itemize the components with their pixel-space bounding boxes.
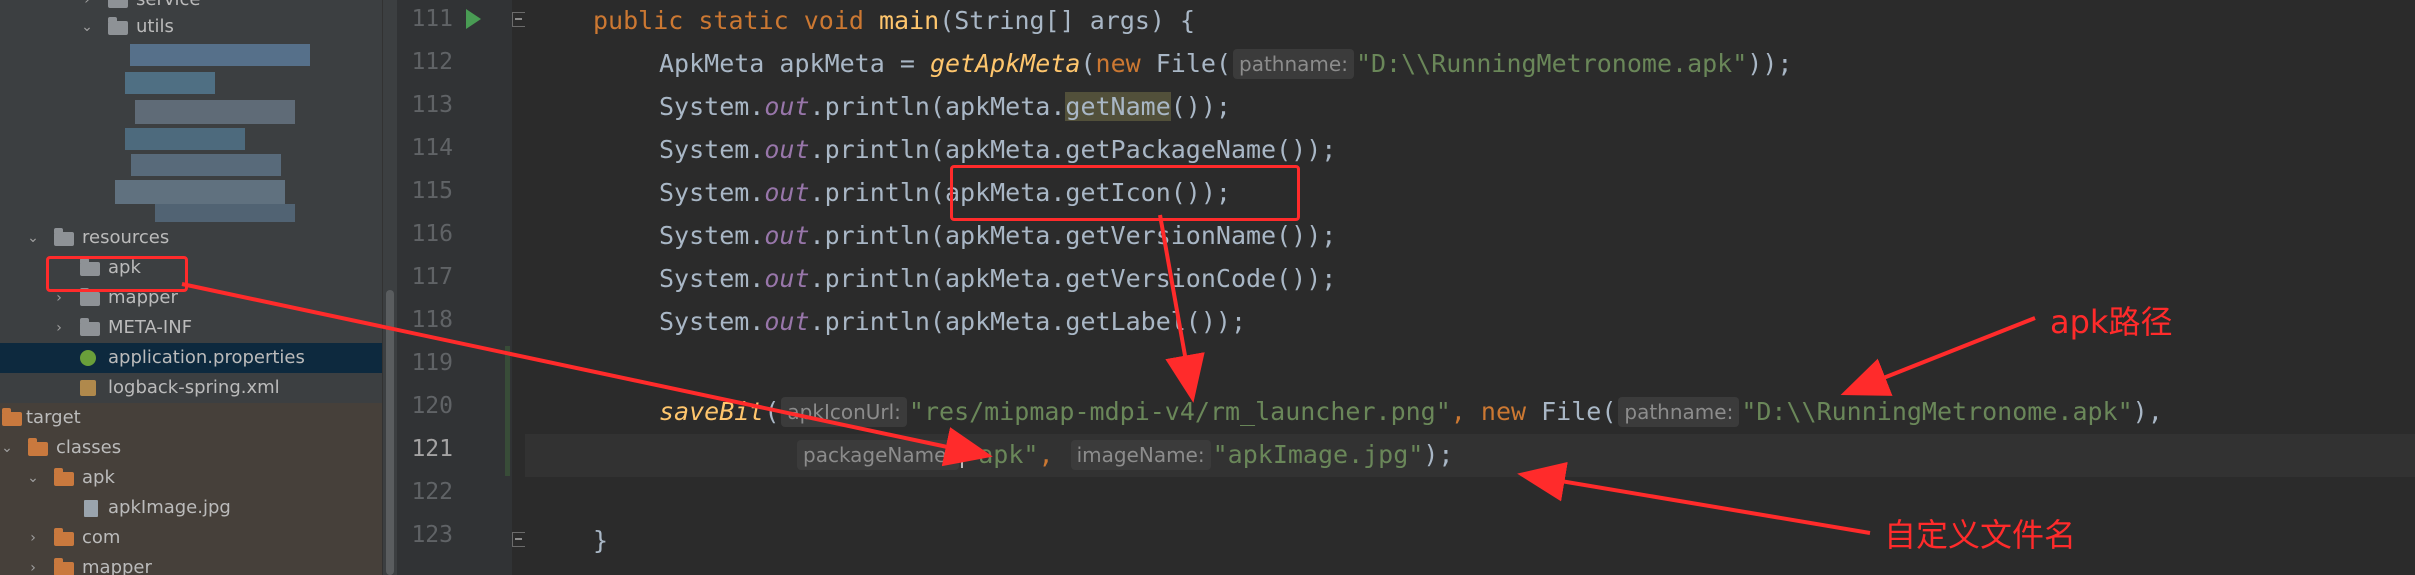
line-number: 112 [411,49,453,75]
code-line-121: packageName: "apk", imageName: "apkImage.j… [795,433,1453,476]
chevron-down-icon[interactable]: ⌄ [26,223,40,253]
param-hint: pathname: [1618,397,1740,427]
code-editor[interactable]: public static void main(String[] args) {… [525,0,2415,575]
code-line-112: ApkMeta apkMeta = getApkMeta(new File(pa… [659,49,1793,79]
folder-icon [2,408,22,426]
tree-item-utils[interactable]: ⌄ utils [0,12,382,42]
folder-icon [108,17,128,35]
chevron-down-icon[interactable]: ⌄ [80,12,94,42]
line-number: 117 [411,264,453,290]
vcs-change-marker [505,346,510,476]
tree-item-mapper-target[interactable]: › mapper [0,553,382,575]
code-line-120: saveBit(apkIconUrl: "res/mipmap-mdpi-v4/r… [659,397,2163,427]
code-line-117: System.out.println(apkMeta.getVersionCod… [659,264,1337,293]
line-number: 118 [411,307,453,333]
folder-icon [80,288,100,306]
image-file-icon [84,500,98,517]
line-number: 120 [411,393,453,419]
chevron-down-icon[interactable]: ⌄ [26,463,40,493]
tree-item-apk-target[interactable]: ⌄ apk [0,463,382,493]
run-icon[interactable] [466,9,481,29]
line-number: 121 [411,436,453,462]
line-number: 116 [411,221,453,247]
param-hint: apkIconUrl: [781,397,907,427]
tree-item-classes[interactable]: ⌄ classes [0,433,382,463]
scrollbar-thumb[interactable] [386,290,394,575]
line-number: 114 [411,135,453,161]
tree-item-target[interactable]: target [0,403,382,433]
tree-item-apkimage[interactable]: apkImage.jpg [0,493,382,523]
folder-icon [28,438,48,456]
spring-leaf-icon [80,350,96,366]
blurred-file-list [115,44,315,224]
line-number: 119 [411,350,453,376]
folder-icon [108,0,128,8]
chevron-down-icon[interactable]: ⌄ [0,433,14,463]
highlight-box-geticon [950,165,1300,221]
code-line-123: } [593,526,609,555]
chevron-right-icon[interactable]: › [52,313,66,343]
line-number: 115 [411,178,453,204]
annotation-apk-path: apk路径 [2050,303,2173,341]
line-number: 123 [411,522,453,548]
resources-folder-icon [54,228,74,246]
code-line-111: public static void main(String[] args) { [593,6,1196,35]
tree-item-logback[interactable]: logback-spring.xml [0,373,382,403]
editor-gutter: 111 112 113 114 115 116 117 118 119 120 … [397,0,512,575]
folder-icon [54,558,74,575]
chevron-right-icon[interactable]: › [26,523,40,553]
tree-item-com[interactable]: › com [0,523,382,553]
tree-item-meta-inf[interactable]: › META-INF [0,313,382,343]
tree-scrollbar[interactable] [382,0,397,575]
folder-icon [80,318,100,336]
param-hint: imageName: [1070,440,1211,470]
line-number: 113 [411,92,453,118]
param-hint: pathname: [1233,49,1354,79]
xml-file-icon [80,380,96,396]
folder-icon [54,468,74,486]
code-line-113: System.out.println(apkMeta.getName()); [659,92,1231,121]
highlight-box-apk-folder [46,256,188,292]
annotation-custom-filename: 自定义文件名 [1884,516,2077,554]
chevron-right-icon[interactable]: › [26,553,40,575]
tree-item-resources[interactable]: ⌄ resources [0,223,382,253]
code-line-118: System.out.println(apkMeta.getLabel()); [659,307,1247,336]
line-number: 111 [411,6,453,32]
folder-icon [54,528,74,546]
param-hint: packageName: [797,440,960,470]
tree-item-application-properties[interactable]: application.properties [0,343,382,373]
line-number: 122 [411,479,453,505]
